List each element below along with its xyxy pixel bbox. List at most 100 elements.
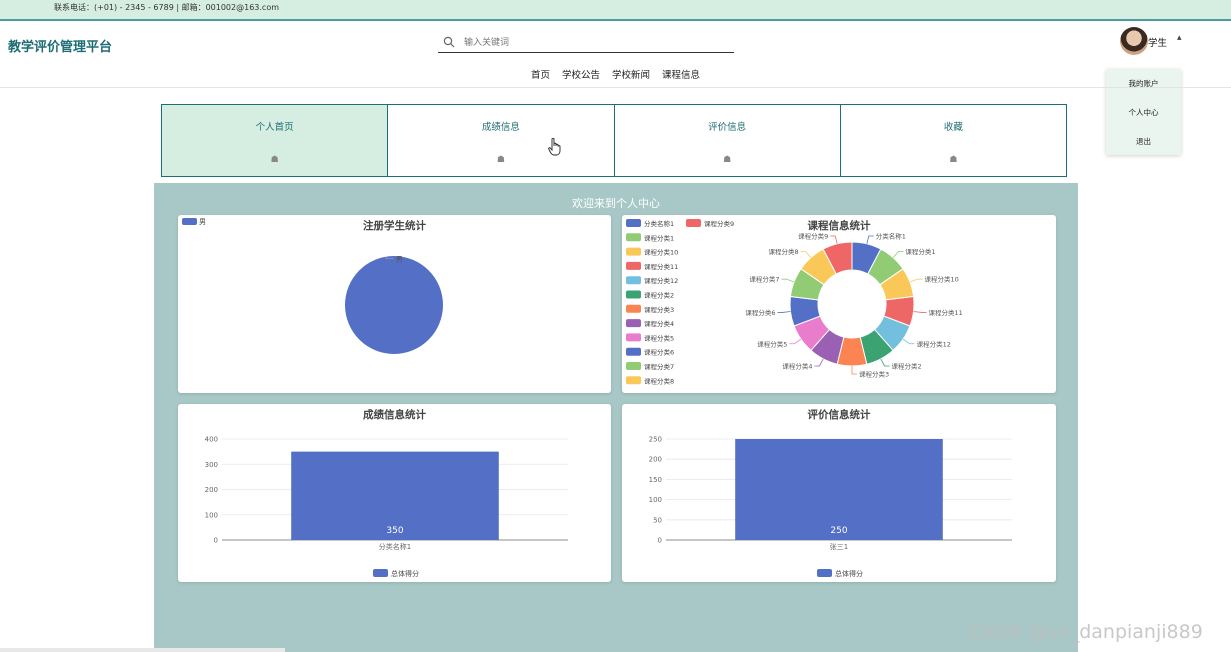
tab-label: 成绩信息 (481, 122, 520, 133)
legend-label: 课程分类10 (644, 248, 678, 257)
slice-label-line (800, 251, 812, 258)
legend-label: 课程分类4 (644, 319, 674, 328)
tab-label: 个人首页 (255, 122, 294, 133)
legend-swatch (626, 219, 641, 227)
legend-swatch (626, 290, 641, 299)
chart-card-courses: 课程信息统计 分类名称1 课程分类1 课程分类10 课程分类11 课程分类12 课程分类2… (622, 215, 1056, 393)
y-tick-label: 0 (658, 537, 662, 545)
tab-grades[interactable]: 成绩信息 ☗ (387, 104, 615, 177)
y-tick-label: 150 (649, 476, 662, 484)
legend-label: 课程分类9 (704, 219, 734, 228)
slice-label-line (880, 358, 890, 367)
nav-home[interactable]: 首页 (531, 67, 550, 81)
slice-label: 课程分类5 (757, 339, 787, 348)
legend-label: 课程分类1 (644, 233, 674, 242)
slice-label: 课程分类10 (924, 275, 958, 284)
x-tick-label: 分类名称1 (379, 542, 411, 551)
user-menu: 我的账户 个人中心 退出 (1106, 69, 1181, 155)
legend-swatch (626, 376, 641, 385)
slice-label-line (913, 311, 927, 313)
legend-swatch (182, 218, 197, 225)
slice-label: 男 (396, 256, 403, 264)
legend-swatch (626, 233, 641, 242)
slice-label-line (892, 251, 904, 258)
x-tick-label: 张三1 (830, 542, 848, 551)
legend-swatch (373, 569, 388, 577)
search-input[interactable] (464, 35, 724, 50)
y-tick-label: 200 (205, 486, 218, 494)
horizontal-scrollbar[interactable] (0, 648, 285, 652)
slice-label: 课程分类8 (768, 247, 798, 256)
tab-label: 评价信息 (708, 122, 747, 133)
slice-label: 课程分类1 (905, 247, 935, 256)
avatar[interactable] (1120, 27, 1148, 55)
chart-card-evaluations: 评价信息统计 0 50 100 150 200 250 250 张三1 总体得分 (622, 404, 1056, 582)
slice-label: 课程分类3 (859, 370, 889, 379)
slice-label: 课程分类7 (749, 275, 779, 284)
y-tick-label: 300 (205, 461, 218, 469)
chart-grades-svg: 0 100 200 300 400 350 分类名称1 总体得分 (205, 436, 568, 578)
menu-item-logout[interactable]: 退出 (1106, 136, 1181, 147)
legend-label: 课程分类7 (644, 362, 674, 371)
legend-swatch (626, 362, 641, 370)
legend-label: 课程分类11 (644, 262, 678, 271)
y-tick-label: 400 (205, 436, 218, 444)
legend-label: 课程分类3 (644, 305, 674, 314)
nav-courses[interactable]: 课程信息 (662, 67, 700, 81)
legend-swatch (626, 304, 641, 313)
legend-swatch (626, 333, 641, 342)
legend-swatch (626, 247, 641, 256)
slice-label-line (789, 338, 802, 345)
home-icon: ☗ (496, 155, 505, 165)
bar-data-label: 250 (830, 526, 847, 536)
legend-label: 课程分类2 (644, 291, 674, 300)
welcome-title: 欢迎来到个人中心 (572, 197, 660, 210)
center-tabs: 个人首页 ☗ 成绩信息 ☗ 评价信息 ☗ 收藏 ☗ (161, 104, 1067, 177)
legend-label: 分类名称1 (644, 219, 674, 228)
user-dropdown[interactable]: 学生 ▴ (1120, 27, 1200, 55)
main-nav: 首页 学校公告 学校新闻 课程信息 (0, 67, 1231, 81)
search-icon[interactable] (443, 36, 455, 48)
caret-up-icon[interactable]: ▴ (1177, 33, 1182, 43)
nav-news[interactable]: 学校新闻 (612, 67, 650, 81)
hand-cursor-icon (548, 138, 561, 156)
y-tick-label: 100 (649, 496, 662, 504)
nav-announcements[interactable]: 学校公告 (562, 67, 600, 81)
chart-card-students: 注册学生统计 男男 (178, 215, 611, 393)
y-tick-label: 200 (649, 456, 662, 464)
menu-item-personal-center[interactable]: 个人中心 (1106, 107, 1181, 118)
slice-label: 课程分类2 (892, 361, 922, 370)
home-icon: ☗ (949, 155, 958, 165)
search-box[interactable] (438, 33, 734, 53)
legend-label: 男 (199, 218, 206, 226)
slice-label: 分类名称1 (876, 232, 906, 241)
legend-label: 总体得分 (391, 569, 419, 578)
legend-label: 课程分类6 (644, 348, 674, 357)
y-tick-label: 250 (649, 436, 662, 444)
tab-evaluations[interactable]: 评价信息 ☗ (613, 104, 841, 177)
slice-label-line (909, 278, 923, 283)
slice-label-line (851, 366, 857, 375)
legend-swatch (817, 569, 832, 577)
slice-label-line (866, 235, 874, 244)
legend-swatch (626, 347, 641, 356)
slice-label-line (814, 358, 824, 367)
slice-label-line (830, 235, 838, 244)
bar (735, 439, 943, 540)
top-contact-bar: 联系电话：(+01) - 2345 - 6789 | 邮箱：001002@163… (0, 0, 1231, 21)
tab-personal-home[interactable]: 个人首页 ☗ (161, 104, 389, 177)
home-icon: ☗ (270, 155, 279, 165)
slice-label: 课程分类6 (745, 308, 775, 317)
legend-label: 总体得分 (835, 569, 863, 578)
site-logo[interactable]: 教学评价管理平台 (8, 36, 112, 55)
home-icon: ☗ (723, 155, 732, 165)
chart-card-grades: 成绩信息统计 0 100 200 300 400 350 分类名称1 总体得分 (178, 404, 611, 582)
legend-label: 课程分类12 (644, 276, 678, 285)
tab-label: 收藏 (943, 122, 963, 133)
legend-swatch (686, 219, 701, 227)
user-name[interactable]: 学生 (1148, 35, 1167, 49)
slice-label: 课程分类4 (782, 361, 812, 370)
bar-data-label: 350 (386, 526, 403, 536)
tab-favorites[interactable]: 收藏 ☗ (839, 104, 1067, 177)
pie-slice (345, 256, 443, 354)
